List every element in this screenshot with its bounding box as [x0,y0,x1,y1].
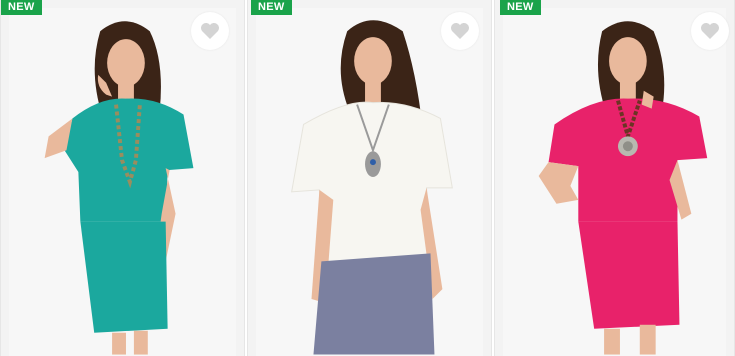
favorite-button[interactable] [691,12,729,50]
new-badge: NEW [1,0,42,15]
new-badge: NEW [251,0,292,15]
new-badge: NEW [500,0,541,15]
product-card[interactable]: NEW [247,0,492,356]
product-photo[interactable] [248,0,491,356]
heart-icon [451,23,469,39]
heart-icon [701,23,719,39]
product-grid: NEW NEW NEW [0,0,735,356]
product-card[interactable]: NEW [0,0,245,356]
product-photo[interactable] [1,0,244,356]
heart-icon [201,23,219,39]
favorite-button[interactable] [441,12,479,50]
product-photo[interactable] [495,0,734,356]
favorite-button[interactable] [191,12,229,50]
product-card[interactable]: NEW [494,0,735,356]
